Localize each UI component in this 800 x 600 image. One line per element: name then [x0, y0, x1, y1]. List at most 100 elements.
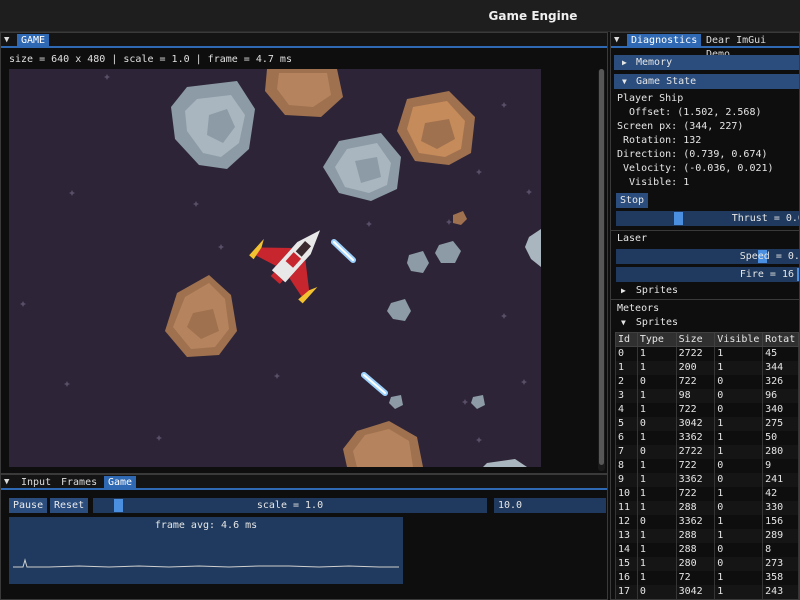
ship-rotation: Rotation: 132 [617, 135, 702, 146]
table-cell: 1 [714, 528, 764, 543]
table-cell: 2 [615, 374, 638, 389]
table-cell: 288 [675, 500, 716, 515]
table-cell: 200 [675, 360, 716, 375]
table-cell: 722 [675, 402, 716, 417]
table-cell: 275 [762, 416, 799, 431]
table-cell: 9 [615, 472, 638, 487]
star-sprite [64, 381, 70, 387]
tab-imgui-demo[interactable]: Dear ImGui Demo [702, 34, 799, 60]
table-cell: 13 [615, 528, 638, 543]
table-cell: 3 [615, 388, 638, 403]
memory-header[interactable]: ▶ Memory [614, 55, 799, 70]
table-cell: 3362 [675, 514, 716, 529]
scale-slider[interactable]: scale = 1.0 [93, 498, 487, 513]
column-header[interactable]: Size [675, 332, 716, 347]
game-viewport[interactable] [9, 69, 541, 467]
table-cell: 16 [615, 570, 638, 585]
meteor-sprite [435, 241, 461, 263]
table-row: 13 1 288 1 289 [615, 528, 799, 543]
window-menu-icon[interactable]: ▼ [614, 35, 624, 46]
window-menu-icon[interactable]: ▼ [4, 35, 14, 46]
thrust-slider-label: Thrust = 0.002 [731, 213, 799, 224]
reset-button[interactable]: Reset [50, 498, 89, 513]
table-cell: 1 [636, 486, 677, 501]
table-cell: 1 [714, 430, 764, 445]
star-sprite [501, 102, 507, 108]
memory-header-label: Memory [636, 57, 673, 68]
table-cell: 11 [615, 500, 638, 515]
table-cell: 1 [636, 556, 677, 571]
separator [611, 230, 799, 231]
table-cell: 10 [615, 486, 638, 501]
table-cell: 1 [714, 444, 764, 459]
table-row: 7 0 2722 1 280 [615, 444, 799, 459]
tab-input[interactable]: Input [17, 476, 55, 490]
table-cell: 1 [714, 514, 764, 529]
table-row: 4 1 722 0 340 [615, 402, 799, 417]
tab-game-controls[interactable]: Game [104, 476, 137, 490]
meteors-table: Id Type Size Visible Rotat 0 1 2722 1 45 1 1 20… [615, 332, 799, 599]
table-cell: 72 [675, 570, 716, 585]
column-header[interactable]: Id [615, 332, 638, 347]
scrollbar-thumb[interactable] [599, 69, 604, 465]
meteor-sprite [453, 211, 467, 225]
laser-sprites-tree-node[interactable]: ▶ Sprites [621, 285, 678, 296]
laser-speed-label: Speed = 0.250 [739, 251, 800, 262]
laser-sprite [331, 239, 356, 263]
column-header[interactable]: Type [636, 332, 677, 347]
laser-fire-slider[interactable]: Fire = 16 [616, 267, 799, 282]
table-cell: 1 [636, 346, 677, 361]
expand-arrow-icon: ▶ [622, 58, 627, 67]
diagnostics-window: ▼ Diagnostics Dear ImGui Demo ▶ Memory ▼… [610, 32, 800, 600]
table-cell: 326 [762, 374, 799, 389]
pause-button[interactable]: Pause [9, 498, 48, 513]
meteor-sprite [525, 229, 541, 267]
table-cell: 6 [615, 430, 638, 445]
laser-speed-slider[interactable]: Speed = 0.250 [616, 249, 800, 264]
game-vertical-scrollbar[interactable] [598, 69, 605, 471]
column-header[interactable]: Rotat [762, 332, 799, 347]
diagnostics-tab-bar: ▼ Diagnostics Dear ImGui Demo [611, 33, 799, 60]
table-cell: 42 [762, 486, 799, 501]
star-sprite [218, 244, 224, 250]
table-cell: 1 [636, 500, 677, 515]
table-row: 0 1 2722 1 45 [615, 346, 799, 361]
tab-frames[interactable]: Frames [57, 476, 101, 490]
tab-game[interactable]: GAME [17, 34, 50, 48]
star-sprite [476, 169, 482, 175]
star-sprite [526, 189, 532, 195]
stop-button[interactable]: Stop [616, 193, 649, 208]
table-cell: 1 [636, 528, 677, 543]
table-cell: 344 [762, 360, 799, 375]
bottom-tab-bar: ▼ Input Frames Game [1, 475, 607, 490]
table-cell: 156 [762, 514, 799, 529]
star-sprite [521, 379, 527, 385]
thrust-slider[interactable]: Thrust = 0.002 [616, 211, 799, 226]
laser-sprites-label: Sprites [635, 285, 679, 296]
table-row: 8 1 722 0 9 [615, 458, 799, 473]
meteor-sprites-tree-node[interactable]: ▼ Sprites [621, 317, 678, 328]
ship-screen-px: Screen px: (344, 227) [617, 121, 744, 132]
star-sprite [20, 301, 26, 307]
tab-diagnostics[interactable]: Diagnostics [627, 34, 702, 48]
star-sprite [193, 201, 199, 207]
game-state-header-label: Game State [636, 76, 697, 87]
meteor-sprite [171, 81, 255, 169]
table-cell: 0 [714, 500, 764, 515]
table-cell: 1 [636, 402, 677, 417]
table-cell: 5 [615, 416, 638, 431]
window-menu-icon[interactable]: ▼ [4, 477, 14, 488]
laser-fire-label: Fire = 16 [739, 269, 794, 280]
table-cell: 4 [615, 402, 638, 417]
ship-velocity: Velocity: (-0.036, 0.021) [617, 163, 774, 174]
table-cell: 96 [762, 388, 799, 403]
table-cell: 12 [615, 514, 638, 529]
table-cell: 1 [636, 388, 677, 403]
column-header[interactable]: Visible [714, 332, 764, 347]
game-state-header[interactable]: ▼ Game State [614, 74, 799, 89]
table-cell: 358 [762, 570, 799, 585]
meteor-sprite [265, 69, 343, 117]
speed-field[interactable]: 10.0 [494, 498, 606, 513]
table-cell: 1 [714, 416, 764, 431]
table-row: 9 1 3362 0 241 [615, 472, 799, 487]
